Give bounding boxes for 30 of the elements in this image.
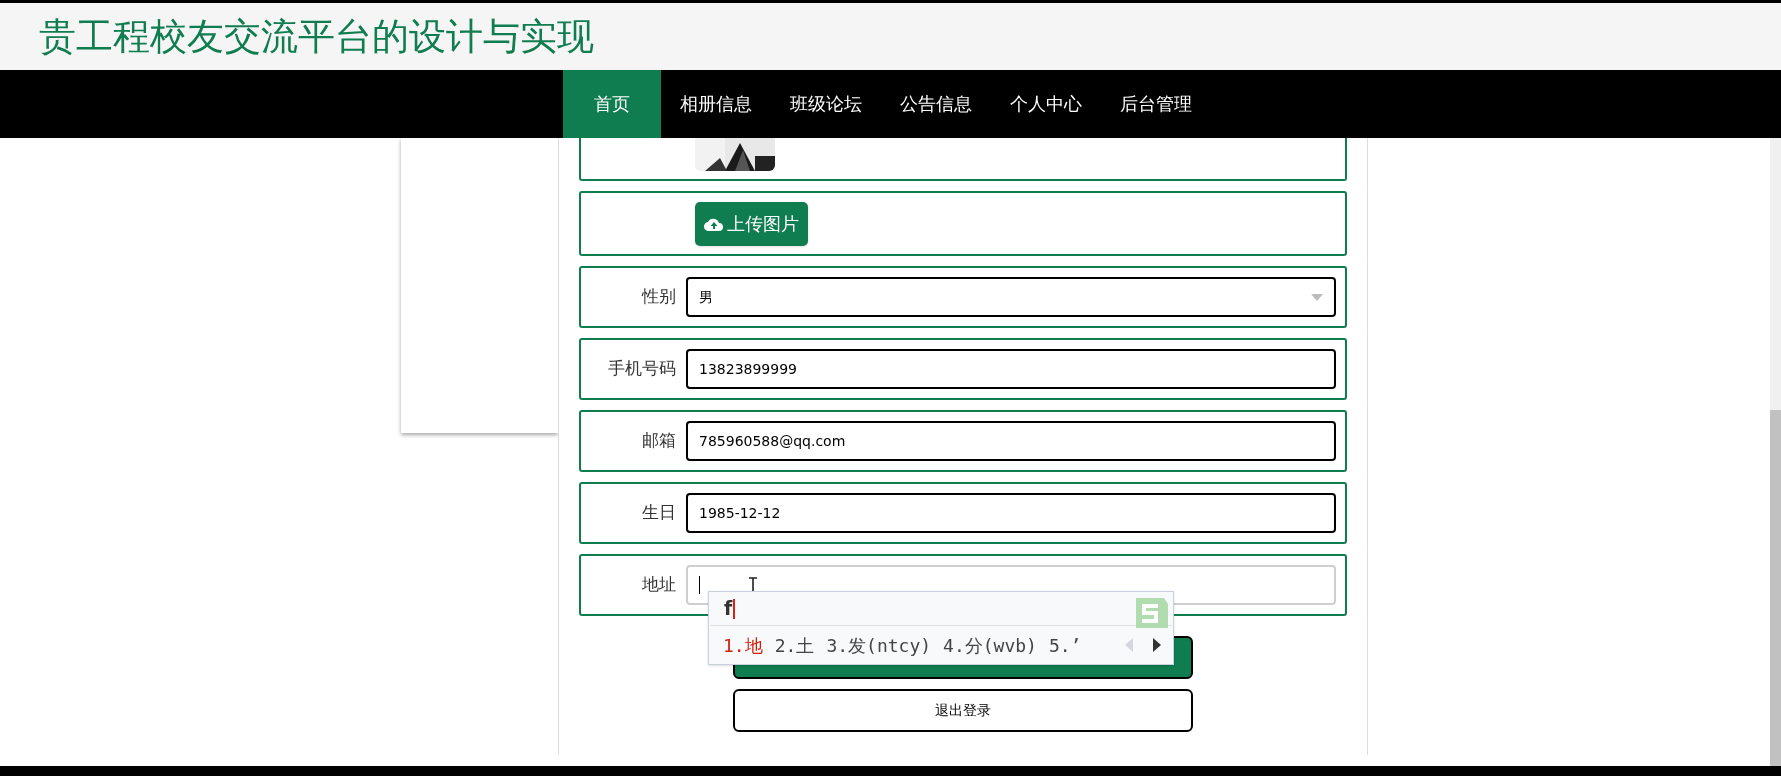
input-field[interactable]: 785960588@qq.com xyxy=(686,421,1336,461)
previous-page-icon xyxy=(1125,638,1133,652)
site-title: 贵工程校友交流平台的设计与实现 xyxy=(39,14,594,59)
nav-tab[interactable]: 首页 xyxy=(563,70,661,138)
nav-tab[interactable]: 个人中心 xyxy=(991,70,1101,138)
nav-tab[interactable]: 班级论坛 xyxy=(771,70,881,138)
nav-tab[interactable]: 相册信息 xyxy=(661,70,771,138)
text-cursor-icon xyxy=(699,576,700,594)
composition-text: f xyxy=(724,596,733,622)
input-field[interactable]: 1985-12-12 xyxy=(686,493,1336,533)
text-cursor-icon xyxy=(733,598,736,619)
upload-button[interactable]: 上传图片 xyxy=(695,201,808,246)
field-label: 地址 xyxy=(641,573,677,597)
nav-tab[interactable]: 后台管理 xyxy=(1101,70,1211,138)
candidate-item[interactable]: 4.分(wvb) xyxy=(943,631,1037,659)
gender-select[interactable]: 男 xyxy=(686,277,1336,317)
scrollbar-thumb[interactable] xyxy=(1770,410,1781,766)
candidate-item[interactable]: 2.土 xyxy=(774,631,815,659)
field-label: 邮箱 xyxy=(641,429,677,453)
candidate-item[interactable]: 1.地 xyxy=(723,631,763,659)
field-label: 生日 xyxy=(641,501,677,525)
candidate-item[interactable]: 3.发(ntcy) xyxy=(826,631,932,659)
next-page-icon xyxy=(1153,638,1161,652)
logout-button[interactable]: 退出登录 xyxy=(733,689,1193,732)
field-label: 手机号码 xyxy=(607,357,677,381)
input-field[interactable]: 13823899999 xyxy=(686,349,1336,389)
field-label: 性别 xyxy=(640,285,677,309)
candidate-item[interactable]: 5.’ xyxy=(1048,631,1082,659)
dropdown-caret-icon xyxy=(1311,293,1323,301)
nav-tab[interactable]: 公告信息 xyxy=(881,70,991,138)
